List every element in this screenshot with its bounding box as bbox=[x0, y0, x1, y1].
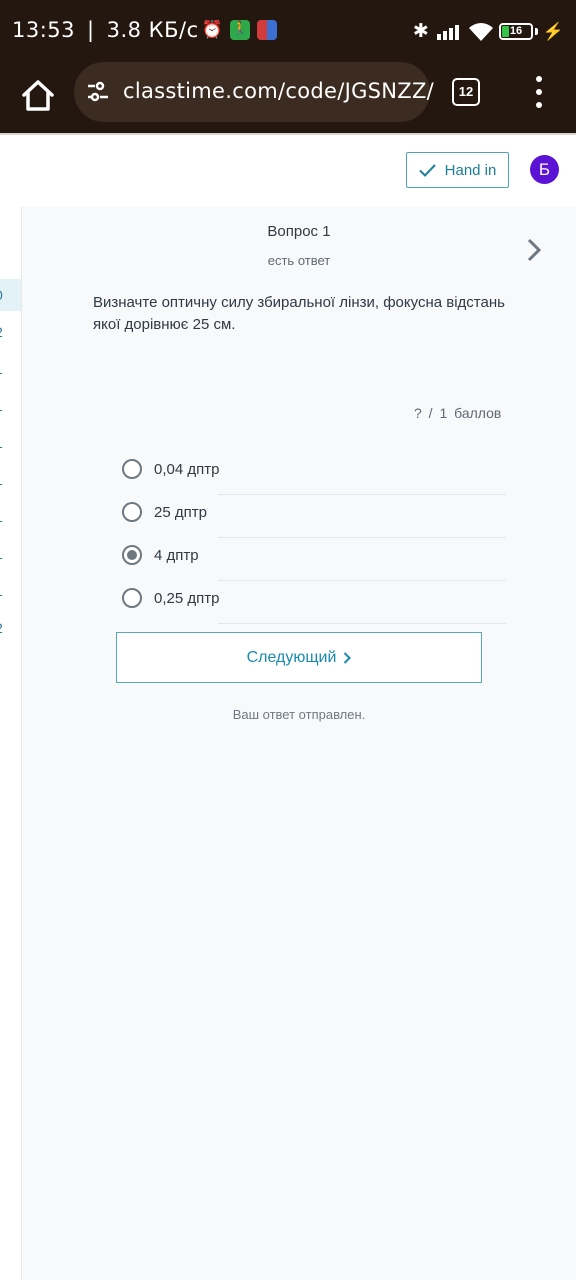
sidebar-item[interactable]: 0 bbox=[0, 279, 21, 311]
option-label[interactable]: 25 дптр bbox=[154, 504, 207, 521]
question-panel: Вопрос 1 есть ответ Визначте оптичну сил… bbox=[22, 207, 576, 1280]
next-button[interactable]: Следующий bbox=[116, 632, 482, 683]
answer-option[interactable]: 0,25 дптр bbox=[122, 581, 506, 624]
battery-icon: 16 bbox=[498, 23, 533, 40]
battery-tip bbox=[534, 28, 538, 35]
battery-level: 16 bbox=[509, 25, 523, 37]
bluetooth-icon: ✱ bbox=[412, 21, 429, 42]
tab-count: 12 bbox=[458, 84, 474, 99]
sidebar-item[interactable]: 2 bbox=[0, 612, 21, 644]
address-bar[interactable]: classtime.com/code/JGSNZZ/ bbox=[74, 62, 434, 122]
sidebar-item[interactable]: 1 bbox=[0, 538, 21, 570]
submitted-message: Ваш ответ отправлен. bbox=[232, 707, 366, 722]
walk-app-icon: 🚶 bbox=[230, 20, 251, 40]
radio-button-selected[interactable] bbox=[122, 545, 142, 565]
hand-in-label: Hand in bbox=[444, 161, 497, 179]
question-status: есть ответ bbox=[267, 253, 331, 268]
url-text[interactable]: classtime.com/code/JGSNZZ/ bbox=[123, 79, 434, 103]
question-text: Визначте оптичну силу збиральної лінзи, … bbox=[93, 294, 505, 333]
sidebar-item[interactable]: 1 bbox=[0, 427, 21, 459]
score: ? / 1 баллов bbox=[414, 405, 502, 421]
avatar[interactable]: Б bbox=[530, 155, 559, 184]
answer-option[interactable]: 4 дптр bbox=[122, 538, 506, 581]
tabs-button[interactable]: 12 bbox=[452, 78, 480, 106]
app-header: Hand in Б bbox=[0, 135, 576, 207]
sidebar-item[interactable]: 1 bbox=[0, 575, 21, 607]
home-icon[interactable] bbox=[18, 76, 58, 116]
sidebar-item[interactable]: 1 bbox=[0, 353, 21, 385]
answer-option[interactable]: 25 дптр bbox=[122, 495, 506, 538]
option-label[interactable]: 0,25 дптр bbox=[154, 590, 219, 607]
status-separator: | bbox=[87, 18, 95, 42]
sidebar-item[interactable]: 1 bbox=[0, 464, 21, 496]
game-app-icon bbox=[257, 20, 278, 40]
sidebar-item[interactable]: 2 bbox=[0, 316, 21, 348]
check-icon bbox=[418, 163, 436, 177]
status-time: 13:53 bbox=[12, 18, 76, 42]
status-right: ✱ 16 ⚡ bbox=[413, 20, 564, 43]
network-speed: 3.8 КБ/с bbox=[106, 18, 199, 42]
option-label[interactable]: 0,04 дптр bbox=[154, 461, 219, 478]
more-vert-icon[interactable] bbox=[530, 76, 548, 110]
status-left: 13:53 | 3.8 КБ/с ⏰ 🚶 bbox=[12, 18, 278, 42]
option-divider bbox=[218, 623, 506, 624]
radio-button[interactable] bbox=[122, 459, 142, 479]
signal-icon bbox=[436, 24, 461, 40]
question-sidebar: 0 2 1 1 1 1 1 1 1 2 bbox=[0, 207, 22, 1280]
wifi-icon bbox=[468, 22, 493, 41]
avatar-letter: Б bbox=[538, 160, 551, 179]
option-label[interactable]: 4 дптр bbox=[154, 547, 199, 564]
sidebar-item[interactable]: 1 bbox=[0, 501, 21, 533]
tune-icon[interactable] bbox=[86, 80, 110, 104]
charging-icon: ⚡ bbox=[542, 21, 564, 41]
hand-in-button[interactable]: Hand in bbox=[406, 152, 509, 188]
answer-option[interactable]: 0,04 дптр bbox=[122, 452, 506, 495]
status-bar: 13:53 | 3.8 КБ/с ⏰ 🚶 ✱ 16 ⚡ bbox=[0, 0, 576, 62]
chevron-right-icon[interactable] bbox=[524, 237, 544, 263]
chevron-right-icon bbox=[344, 651, 352, 664]
alarm-icon: ⏰ bbox=[201, 20, 224, 40]
question-title: Вопрос 1 bbox=[267, 223, 331, 240]
browser-toolbar: classtime.com/code/JGSNZZ/ 12 bbox=[0, 62, 576, 134]
radio-button[interactable] bbox=[122, 588, 142, 608]
radio-button[interactable] bbox=[122, 502, 142, 522]
next-button-label: Следующий bbox=[246, 648, 337, 666]
sidebar-item[interactable]: 1 bbox=[0, 390, 21, 422]
